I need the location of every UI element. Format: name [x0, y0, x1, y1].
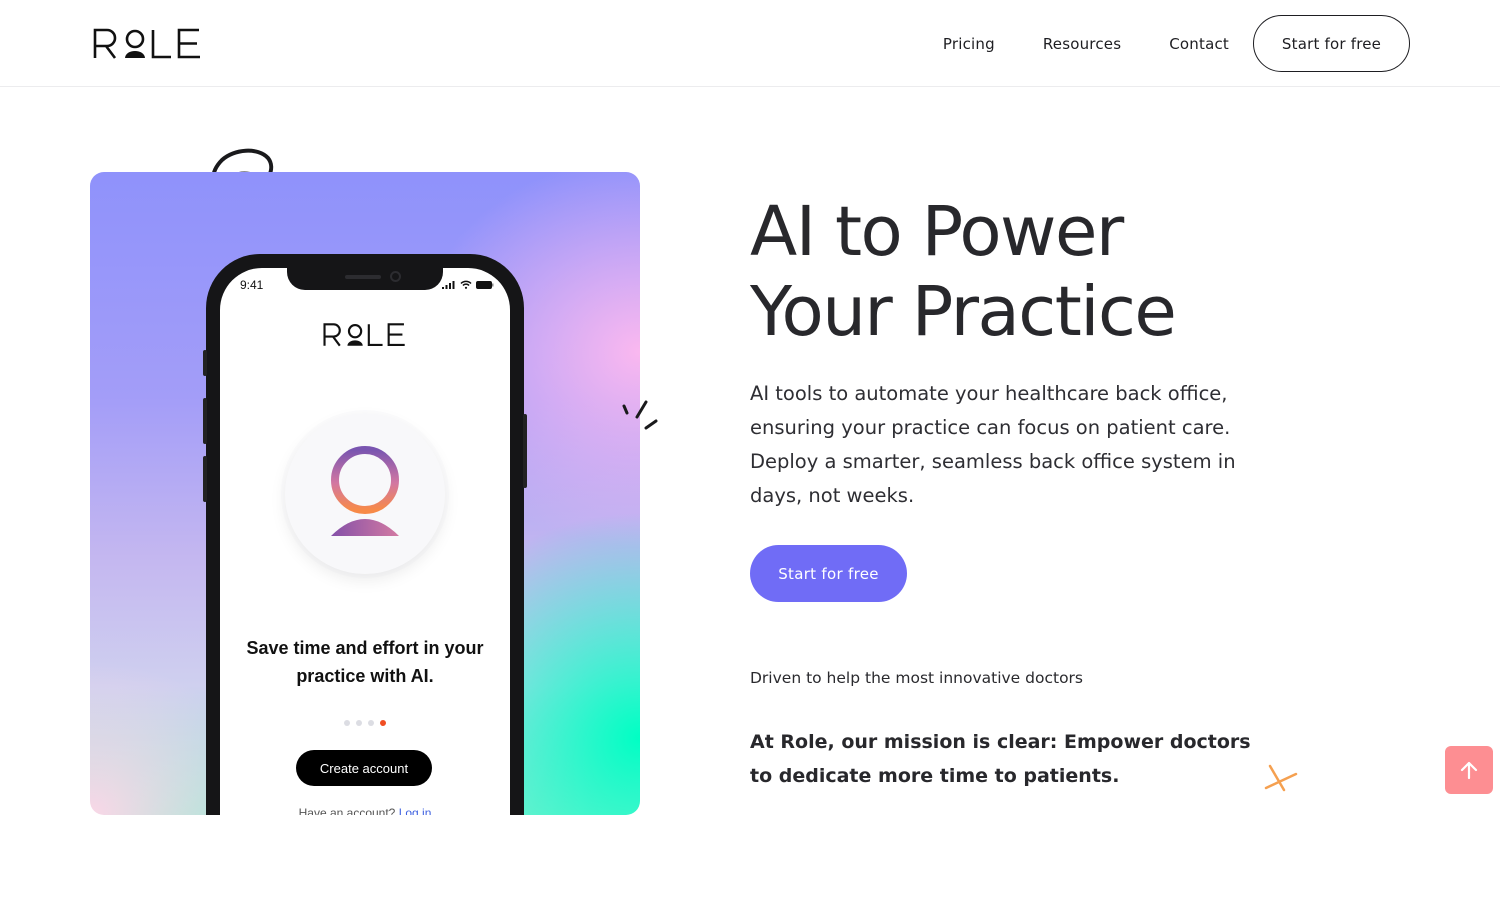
- carousel-dots: [344, 720, 386, 726]
- carousel-dot-active[interactable]: [380, 720, 386, 726]
- phone-notch: [287, 268, 443, 290]
- create-account-button: Create account: [296, 750, 432, 786]
- login-prompt: Have an account? Log in: [220, 806, 510, 815]
- phone-mute-button: [203, 350, 207, 376]
- phone-speaker: [345, 275, 381, 279]
- app-logo-icon: [323, 323, 405, 347]
- nav-resources[interactable]: Resources: [1043, 35, 1121, 53]
- arrow-up-icon: [1460, 761, 1478, 780]
- hero-tagline: Driven to help the most innovative docto…: [750, 669, 1084, 687]
- user-avatar-icon: [331, 446, 399, 536]
- hero-description: AI tools to automate your healthcare bac…: [750, 382, 1236, 507]
- carousel-dot[interactable]: [368, 720, 374, 726]
- hero-title-line1: AI to Power: [750, 192, 1124, 272]
- phone-volume-down-button: [203, 456, 207, 502]
- role-logo[interactable]: [93, 27, 203, 61]
- nav-contact[interactable]: Contact: [1169, 35, 1229, 53]
- mission-statement: At Role, our mission is clear: Empower d…: [750, 731, 1251, 787]
- login-prompt-text: Have an account?: [298, 806, 396, 815]
- header-start-for-free-button[interactable]: Start for free: [1253, 15, 1410, 72]
- scroll-to-top-button[interactable]: [1445, 746, 1493, 794]
- hero-image-card: 9:41 Save time and effort in your practi…: [90, 172, 640, 815]
- phone-camera: [390, 271, 401, 282]
- main-nav: Pricing Resources Contact Start for free: [943, 15, 1410, 72]
- avatar-placeholder: [285, 414, 445, 574]
- nav-pricing[interactable]: Pricing: [943, 35, 995, 53]
- phone-mockup: 9:41 Save time and effort in your practi…: [203, 254, 527, 815]
- phone-screen: 9:41 Save time and effort in your practi…: [220, 268, 510, 815]
- role-logo-icon: [93, 28, 200, 59]
- hero-title-line2: Your Practice: [750, 272, 1177, 352]
- status-icons: [442, 280, 494, 289]
- carousel-dot[interactable]: [356, 720, 362, 726]
- login-link: Log in: [398, 806, 432, 815]
- app-headline: Save time and effort in your practice wi…: [246, 638, 484, 686]
- battery-icon: [476, 281, 494, 289]
- status-time: 9:41: [240, 278, 264, 292]
- phone-volume-up-button: [203, 398, 207, 444]
- wifi-icon: [460, 280, 472, 289]
- phone-power-button: [523, 414, 527, 488]
- sparkle-doodle-icon: [622, 400, 658, 430]
- cross-doodle-icon: [1264, 764, 1298, 792]
- hero-start-for-free-button[interactable]: Start for free: [750, 545, 907, 602]
- hero-title: AI to Power Your Practice: [750, 192, 1177, 352]
- signal-icon: [442, 281, 455, 289]
- site-header: Pricing Resources Contact Start for free: [0, 0, 1500, 87]
- carousel-dot[interactable]: [344, 720, 350, 726]
